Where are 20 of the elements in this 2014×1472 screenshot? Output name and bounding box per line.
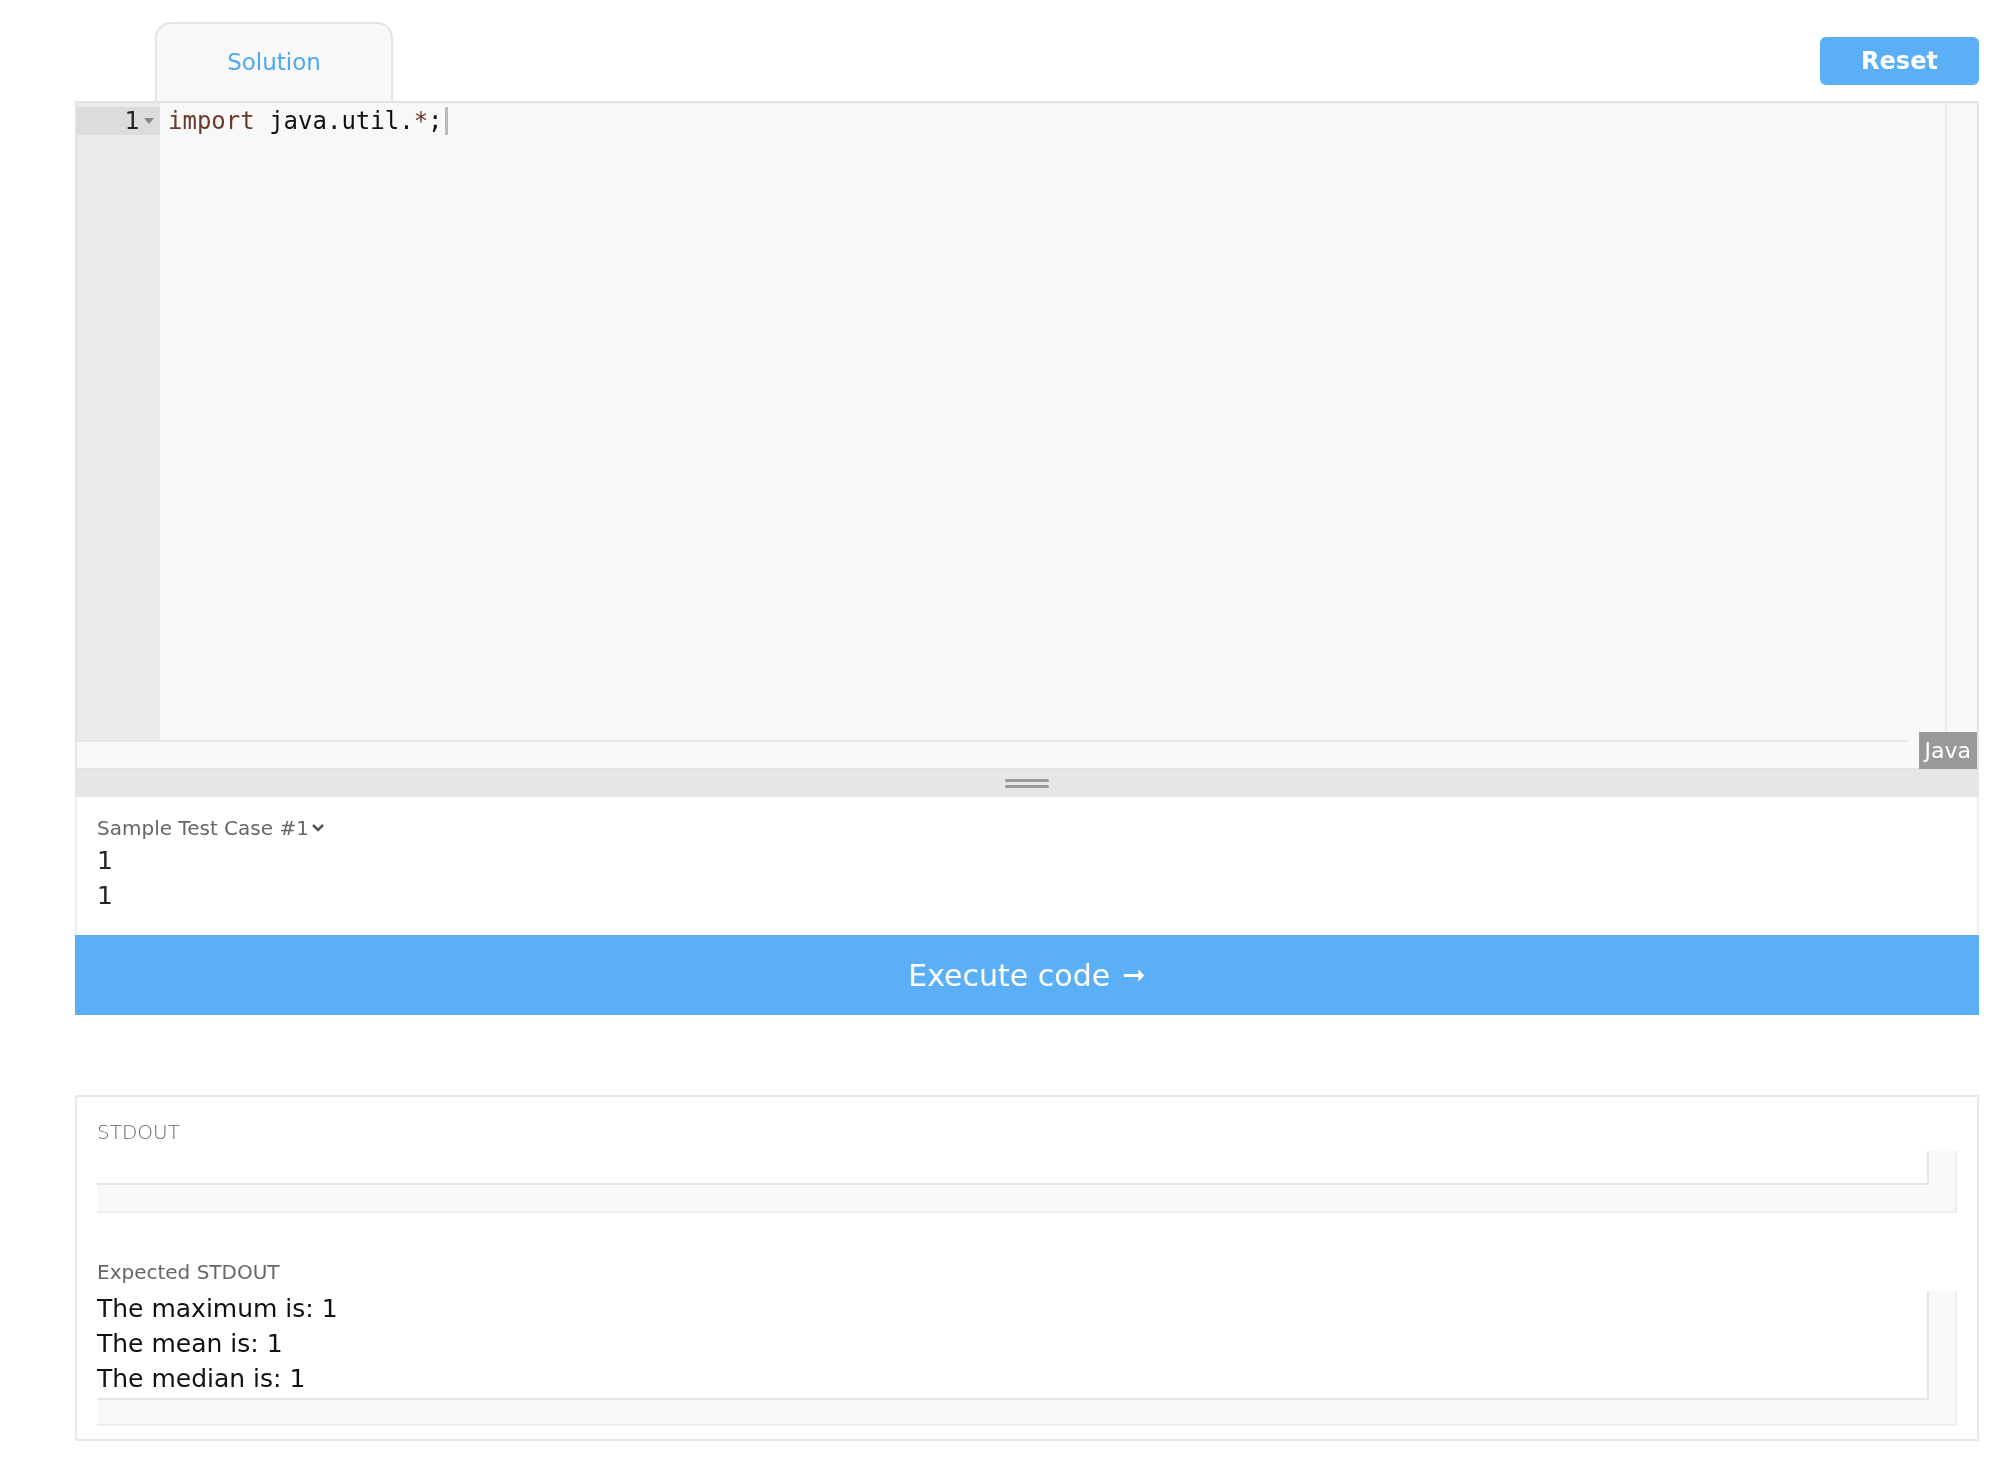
code-line: import java.util.*; <box>168 106 443 137</box>
input-line: 1 <box>97 845 114 877</box>
drag-handle-icon <box>1005 779 1049 788</box>
output-line: The maximum is: 1 <box>97 1293 339 1325</box>
output-line: The mean is: 1 <box>97 1328 284 1360</box>
execute-button[interactable]: Execute code ➞ <box>75 935 1979 1015</box>
text-cursor <box>444 107 448 135</box>
arrow-icon: ➞ <box>1122 954 1146 996</box>
code-editor[interactable]: 1 import java.util.*; Java <box>75 101 1979 770</box>
output-line: The median is: 1 <box>97 1363 307 1395</box>
stdout-label: STDOUT <box>97 1119 181 1146</box>
expected-stdout-label: Expected STDOUT <box>97 1259 281 1286</box>
input-line: 1 <box>97 880 114 912</box>
editor-tab[interactable]: Solution <box>155 22 393 101</box>
fold-icon[interactable] <box>144 118 154 124</box>
reset-button[interactable]: Reset <box>1820 37 1979 85</box>
chevron-down-icon <box>310 823 325 833</box>
language-badge: Java <box>1918 732 1977 769</box>
test-case-dropdown[interactable]: Sample Test Case #1 <box>97 813 1977 843</box>
line-number: 1 <box>124 106 140 137</box>
